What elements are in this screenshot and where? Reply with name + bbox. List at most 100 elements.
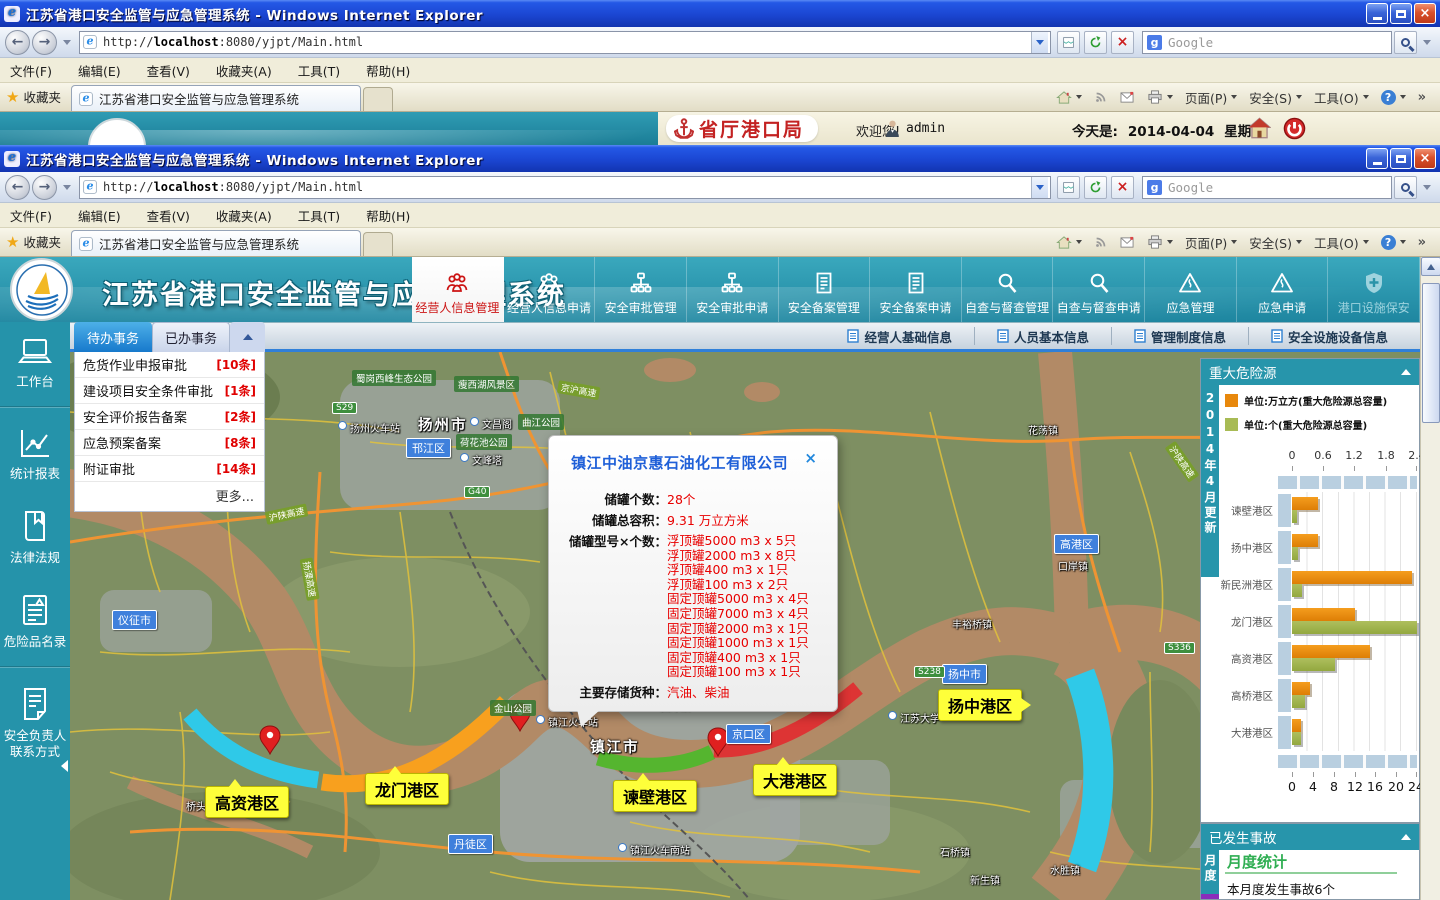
page-tab[interactable]: e江苏省港口安全监管与应急管理系统 xyxy=(71,85,361,111)
zone-label-gaozi[interactable]: 高资港区 xyxy=(205,786,289,818)
sidebar-item-safety-contacts[interactable]: 安全负责人联系方式 xyxy=(0,672,70,772)
close-button[interactable]: × xyxy=(1414,148,1436,169)
page-menu-button[interactable]: 页面(P) xyxy=(1179,86,1243,108)
tools-menu-button[interactable]: 工具(O) xyxy=(1308,86,1375,108)
mail-button[interactable] xyxy=(1114,231,1141,253)
nav-safety-approval-mgmt[interactable]: 安全审批管理 xyxy=(595,257,687,322)
home-button[interactable] xyxy=(1050,86,1088,108)
panel-collapse-icon[interactable] xyxy=(1401,369,1411,375)
tools-menu-button[interactable]: 工具(O) xyxy=(1308,231,1375,253)
back-button[interactable]: ← xyxy=(5,30,30,55)
mail-button[interactable] xyxy=(1114,86,1141,108)
menu-edit[interactable]: 编辑(E) xyxy=(78,206,121,225)
menu-view[interactable]: 查看(V) xyxy=(147,61,190,80)
page-menu-button[interactable]: 页面(P) xyxy=(1179,231,1243,253)
forward-button[interactable]: → xyxy=(32,30,57,55)
zone-label-jianbi[interactable]: 谏壁港区 xyxy=(613,780,697,812)
close-button[interactable]: × xyxy=(1414,3,1436,24)
todo-item[interactable]: 危货作业申报审批[10条] xyxy=(75,352,264,378)
nav-port-facility-security[interactable]: 港口设施保安 xyxy=(1328,257,1420,322)
portal-home-button[interactable] xyxy=(1248,117,1271,143)
help-button[interactable]: ? xyxy=(1375,231,1412,253)
safety-menu-button[interactable]: 安全(S) xyxy=(1243,231,1308,253)
menu-favorites[interactable]: 收藏夹(A) xyxy=(216,206,272,225)
panel-collapse-icon[interactable] xyxy=(1401,834,1411,840)
history-dropdown-icon[interactable] xyxy=(63,185,71,190)
zone-label-yangzhong[interactable]: 扬中港区 xyxy=(938,689,1022,721)
logout-power-button[interactable] xyxy=(1283,117,1306,144)
safety-menu-button[interactable]: 安全(S) xyxy=(1243,86,1308,108)
todo-more-link[interactable]: 更多... xyxy=(75,482,264,511)
menu-view[interactable]: 查看(V) xyxy=(147,206,190,225)
search-button[interactable] xyxy=(1394,31,1417,54)
nav-safety-record-mgmt[interactable]: 安全备案管理 xyxy=(779,257,871,322)
nav-inspection-mgmt[interactable]: 自查与督查管理 xyxy=(962,257,1054,322)
print-button[interactable] xyxy=(1141,86,1179,108)
tab-pending-tasks[interactable]: 待办事务 xyxy=(74,322,152,352)
sidebar-item-statistics[interactable]: 统计报表 xyxy=(0,412,70,494)
subnav-operator-basic-info[interactable]: 经营人基础信息 xyxy=(825,327,974,345)
zone-label-dagang[interactable]: 大港港区 xyxy=(753,764,837,796)
tab-done-tasks[interactable]: 已办事务 xyxy=(152,322,230,352)
new-tab-stub[interactable] xyxy=(363,232,393,256)
sidebar-item-workbench[interactable]: 工作台 xyxy=(0,322,70,402)
todo-item[interactable]: 安全评价报告备案[2条] xyxy=(75,404,264,430)
minimize-button[interactable] xyxy=(1366,148,1388,169)
minimize-button[interactable] xyxy=(1366,3,1388,24)
stop-button[interactable]: × xyxy=(1111,31,1134,54)
todo-item[interactable]: 附证审批[14条] xyxy=(75,456,264,482)
help-button[interactable]: ? xyxy=(1375,86,1412,108)
maximize-button[interactable] xyxy=(1390,3,1412,24)
maximize-button[interactable] xyxy=(1390,148,1412,169)
search-box[interactable]: g Google xyxy=(1142,176,1392,199)
history-dropdown-icon[interactable] xyxy=(63,40,71,45)
feed-button[interactable] xyxy=(1088,231,1114,253)
menu-tools[interactable]: 工具(T) xyxy=(298,61,340,80)
refresh-button[interactable] xyxy=(1084,176,1107,199)
scroll-up-button[interactable] xyxy=(1421,257,1440,276)
search-button[interactable] xyxy=(1394,176,1417,199)
page-tab[interactable]: e江苏省港口安全监管与应急管理系统 xyxy=(71,230,361,256)
nav-inspection-apply[interactable]: 自查与督查申请 xyxy=(1053,257,1145,322)
favorites-button[interactable]: ★收藏夹 xyxy=(6,232,61,251)
subnav-personnel-basic-info[interactable]: 人员基本信息 xyxy=(974,327,1111,345)
title-bar[interactable]: e 江苏省港口安全监管与应急管理系统 - Windows Internet Ex… xyxy=(0,0,1440,27)
nav-operator-info-mgmt[interactable]: 经营人信息管理 xyxy=(412,257,504,322)
back-button[interactable]: ← xyxy=(5,175,30,200)
feed-button[interactable] xyxy=(1088,86,1114,108)
nav-operator-info-apply[interactable]: 经营人信息申请 xyxy=(504,257,596,322)
url-dropdown-button[interactable] xyxy=(1031,177,1048,198)
todo-item[interactable]: 应急预案备案[8条] xyxy=(75,430,264,456)
menu-favorites[interactable]: 收藏夹(A) xyxy=(216,61,272,80)
nav-safety-record-apply[interactable]: 安全备案申请 xyxy=(870,257,962,322)
new-tab-stub[interactable] xyxy=(363,87,393,111)
forward-button[interactable]: → xyxy=(32,175,57,200)
subnav-mgmt-system-info[interactable]: 管理制度信息 xyxy=(1111,327,1248,345)
nav-emergency-mgmt[interactable]: 应急管理 xyxy=(1145,257,1237,322)
compatibility-button[interactable] xyxy=(1057,176,1080,199)
zone-label-longmen[interactable]: 龙门港区 xyxy=(365,773,449,805)
refresh-button[interactable] xyxy=(1084,31,1107,54)
sidebar-item-laws[interactable]: 法律法规 xyxy=(0,494,70,578)
url-field[interactable]: e http://localhost:8080/yjpt/Main.html xyxy=(79,31,1051,54)
sidebar-collapse-icon[interactable] xyxy=(61,760,68,772)
vertical-scrollbar[interactable] xyxy=(1420,257,1440,900)
popup-close-button[interactable]: × xyxy=(804,449,817,467)
title-bar[interactable]: e 江苏省港口安全监管与应急管理系统 - Windows Internet Ex… xyxy=(0,145,1440,172)
nav-safety-approval-apply[interactable]: 安全审批申请 xyxy=(687,257,779,322)
sidebar-item-hazmat-catalog[interactable]: 危险品名录 xyxy=(0,578,70,662)
menu-file[interactable]: 文件(F) xyxy=(10,206,52,225)
home-button[interactable] xyxy=(1050,231,1088,253)
menu-help[interactable]: 帮助(H) xyxy=(366,61,410,80)
menu-tools[interactable]: 工具(T) xyxy=(298,206,340,225)
url-field[interactable]: e http://localhost:8080/yjpt/Main.html xyxy=(79,176,1051,199)
todo-item[interactable]: 建设项目安全条件审批[1条] xyxy=(75,378,264,404)
more-commands-chevron[interactable]: » xyxy=(1412,86,1432,108)
url-dropdown-button[interactable] xyxy=(1031,32,1048,53)
more-commands-chevron[interactable]: » xyxy=(1412,231,1432,253)
favorites-button[interactable]: ★收藏夹 xyxy=(6,87,61,106)
nav-emergency-apply[interactable]: 应急申请 xyxy=(1237,257,1329,322)
stop-button[interactable]: × xyxy=(1111,176,1134,199)
search-options-icon[interactable] xyxy=(1423,40,1431,45)
menu-help[interactable]: 帮助(H) xyxy=(366,206,410,225)
